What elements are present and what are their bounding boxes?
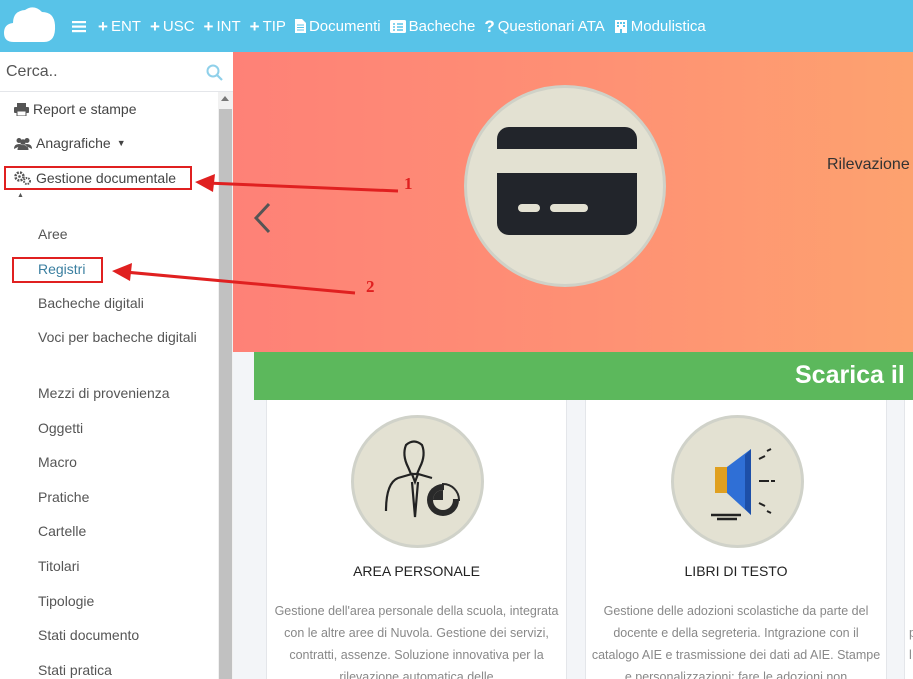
sidebar-item-report[interactable]: Report e stampe <box>14 101 137 117</box>
nav-label: Documenti <box>308 17 381 35</box>
card-title: AREA PERSONALE <box>353 563 480 579</box>
users-icon <box>14 137 32 150</box>
hero-carousel: Rilevazione <box>233 52 913 352</box>
nav-label: TIP <box>262 17 286 35</box>
caret-down-icon: ▼ <box>116 138 126 148</box>
cloud-logo-icon[interactable] <box>4 4 56 44</box>
caret-up-icon: ▲ <box>17 192 24 199</box>
card-description: p l <box>909 626 913 662</box>
nav-label: Bacheche <box>408 17 476 35</box>
search-input[interactable] <box>0 52 200 92</box>
download-banner: Scarica il m <box>254 352 913 400</box>
sidebar-subitem-titolari[interactable]: Titolari <box>38 556 80 577</box>
new-usc-button[interactable]: + USC <box>150 18 195 35</box>
nav-label: Questionari ATA <box>497 17 605 35</box>
hamburger-icon <box>72 20 86 32</box>
plus-icon: + <box>203 16 214 36</box>
bacheche-link[interactable]: Bacheche <box>389 17 476 35</box>
sidebar-subitem-macro[interactable]: Macro <box>38 452 77 473</box>
sidebar-subitem-oggetti[interactable]: Oggetti <box>38 418 83 439</box>
questionari-ata-link[interactable]: ? Questionari ATA <box>484 18 604 35</box>
sidebar-subitem-aree[interactable]: Aree <box>38 224 68 245</box>
card-area-personale[interactable]: AREA PERSONALE Gestione dell'area person… <box>266 400 567 679</box>
sidebar-subitem-voci-bacheche[interactable]: Voci per bacheche digitali <box>38 327 208 348</box>
card-libri-di-testo[interactable]: LIBRI DI TESTO Gestione delle adozioni s… <box>585 400 887 679</box>
question-icon: ? <box>484 16 495 36</box>
hero-text: Rilevazione <box>827 156 910 173</box>
printer-icon <box>14 102 29 116</box>
scrollbar-thumb[interactable] <box>219 109 232 679</box>
sidebar-item-label: Report e stampe <box>33 101 137 117</box>
banner-title: Scarica il m <box>795 361 913 389</box>
highlight-box-gestione <box>4 166 192 190</box>
card-title: LIBRI DI TESTO <box>684 563 788 579</box>
sidebar: Report e stampe Anagrafiche ▼ Gestione d… <box>0 52 233 679</box>
sidebar-subitem-bacheche-digitali[interactable]: Bacheche digitali <box>38 293 144 314</box>
plus-icon: + <box>249 16 260 36</box>
building-icon <box>614 20 627 33</box>
card-partial[interactable]: p l <box>904 400 913 679</box>
modulistica-link[interactable]: Modulistica <box>614 18 706 35</box>
document-icon <box>294 19 306 33</box>
hero-image <box>464 85 666 287</box>
credit-card-icon <box>497 127 637 235</box>
sidebar-subitem-pratiche[interactable]: Pratiche <box>38 487 89 508</box>
nav-label: USC <box>162 17 195 35</box>
nav-label: INT <box>216 17 241 35</box>
top-navbar: + ENT + USC + INT + TIP Documenti Bacheche ?… <box>0 0 913 52</box>
menu-toggle-button[interactable] <box>72 20 89 33</box>
new-int-button[interactable]: + INT <box>204 18 241 35</box>
card-image <box>351 415 484 548</box>
sidebar-subitem-cartelle[interactable]: Cartelle <box>38 521 86 542</box>
person-chart-icon <box>384 440 461 518</box>
sidebar-subitem-tipologie[interactable]: Tipologie <box>38 591 94 612</box>
plus-icon: + <box>98 16 108 36</box>
megaphone-icon <box>711 448 775 521</box>
search-icon[interactable] <box>206 64 223 81</box>
nav-label: ENT <box>110 17 141 35</box>
sidebar-subitem-mezzi-provenienza[interactable]: Mezzi di provenienza <box>38 383 170 404</box>
plus-icon: + <box>149 16 160 36</box>
sidebar-item-anagrafiche[interactable]: Anagrafiche ▼ <box>14 135 126 151</box>
sidebar-item-label: Anagrafiche <box>36 135 111 151</box>
card-image <box>671 415 804 548</box>
sidebar-scrollbar[interactable] <box>218 92 233 679</box>
board-icon <box>389 19 406 33</box>
new-tip-button[interactable]: + TIP <box>250 18 286 35</box>
top-nav-menu: + ENT + USC + INT + TIP Documenti Bacheche ?… <box>72 0 715 52</box>
scroll-up-arrow-icon[interactable] <box>221 96 229 101</box>
sidebar-subitem-stati-pratica[interactable]: Stati pratica <box>38 660 112 679</box>
new-ent-button[interactable]: + ENT <box>98 18 141 35</box>
sidebar-subitem-stati-documento[interactable]: Stati documento <box>38 625 139 646</box>
nav-label: Modulistica <box>630 17 706 35</box>
documenti-link[interactable]: Documenti <box>294 17 381 35</box>
card-description: Gestione delle adozioni scolastiche da p… <box>591 604 881 679</box>
chevron-left-icon[interactable] <box>253 202 271 234</box>
card-description: Gestione dell'area personale della scuol… <box>274 604 559 679</box>
highlight-box-registri <box>12 257 103 283</box>
sidebar-search <box>0 52 233 92</box>
